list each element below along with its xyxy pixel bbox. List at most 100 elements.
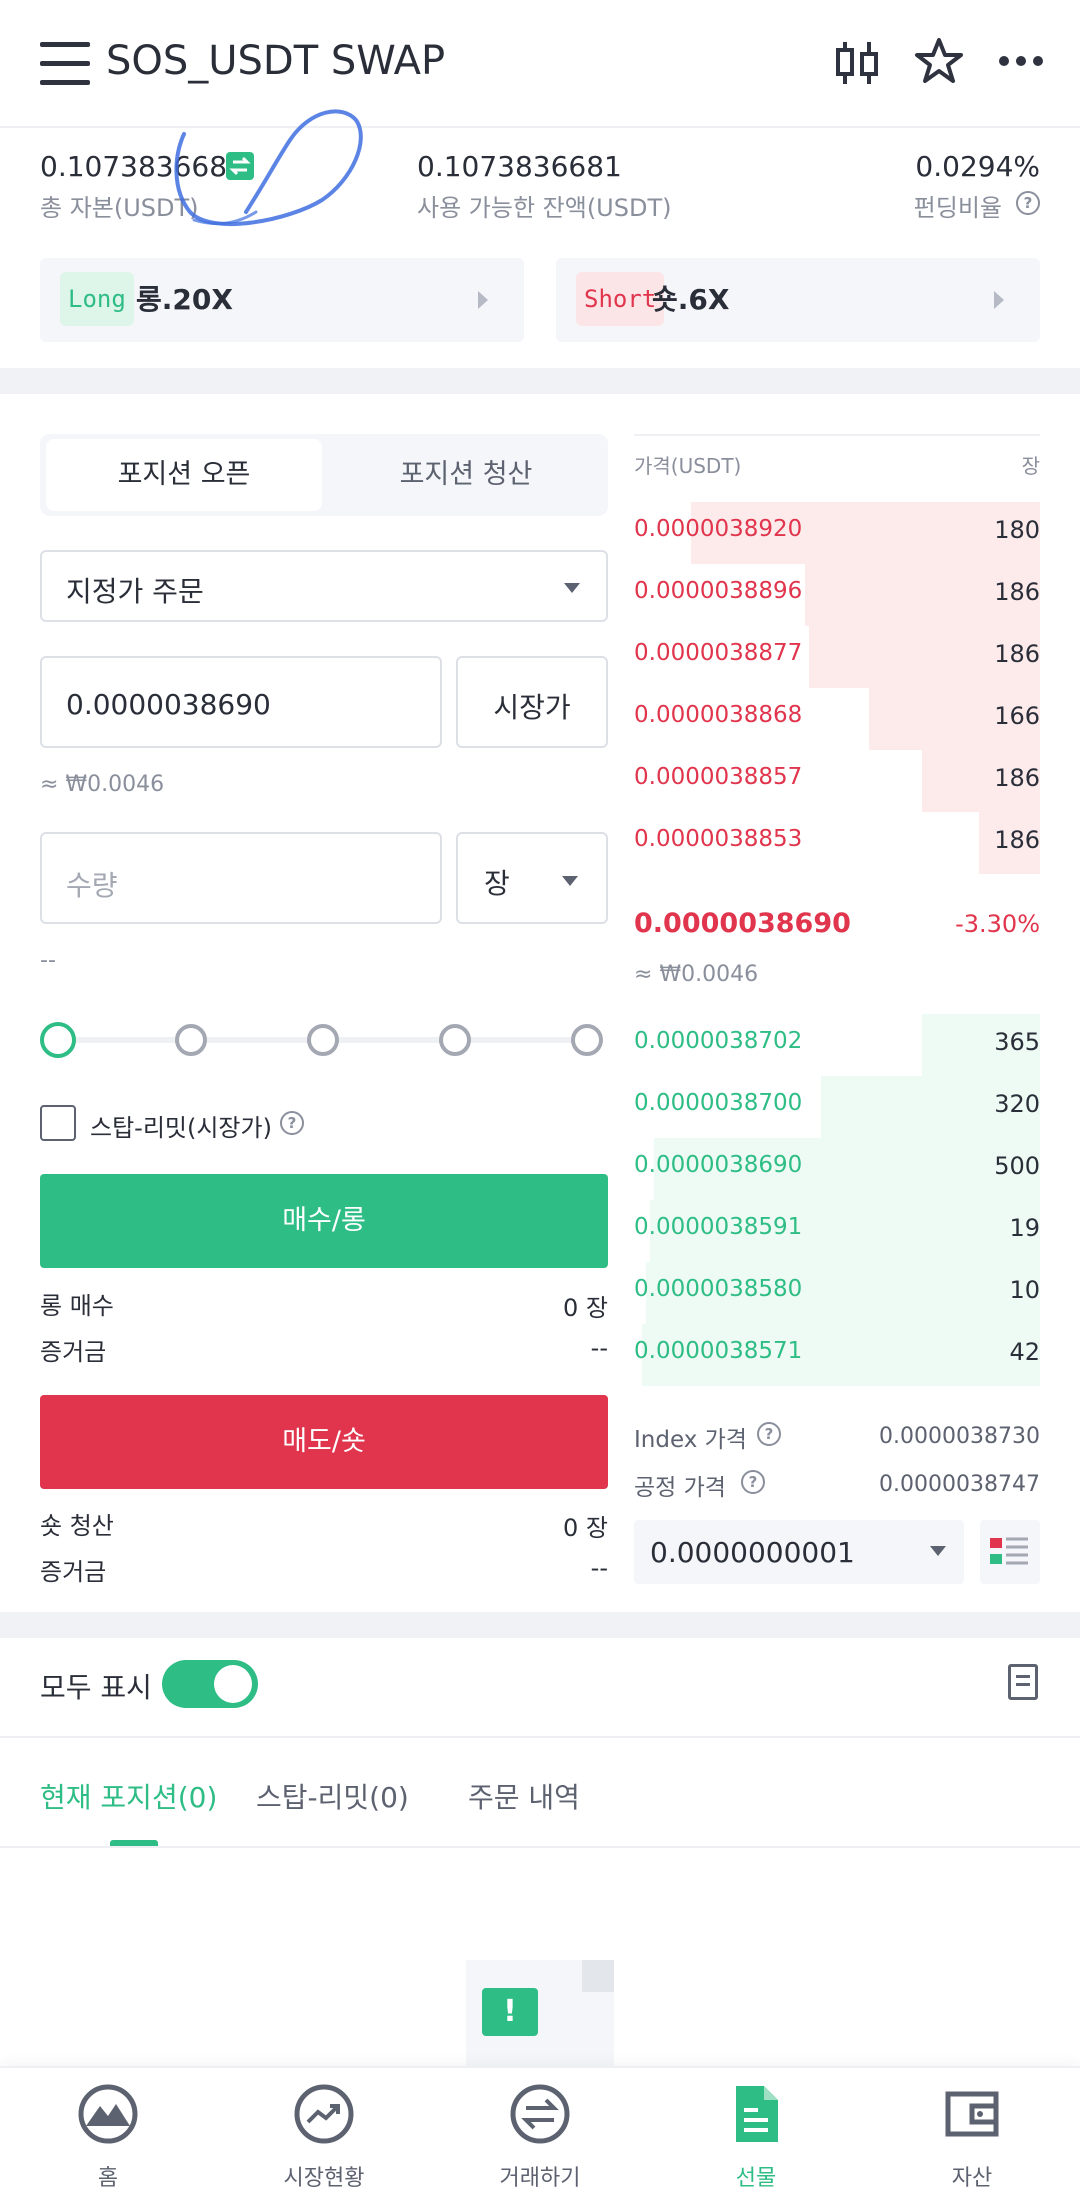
price-krw-estimate: ≈ ₩0.0046 (40, 772, 165, 797)
home-mountain-icon (78, 2084, 138, 2144)
bid-row[interactable]: 0.0000038591 19 (634, 1200, 1040, 1262)
available-balance-label: 사용 가능한 잔액(USDT) (417, 194, 672, 222)
nav-trade-label: 거래하기 (499, 2166, 581, 2191)
slider-stop-25[interactable] (175, 1024, 207, 1056)
short-close-value: 0 장 (563, 1514, 608, 1542)
bid-price: 0.0000038700 (634, 1090, 803, 1116)
ask-price: 0.0000038857 (634, 764, 803, 790)
help-icon[interactable]: ? (1016, 191, 1040, 215)
long-buy-value: 0 장 (563, 1294, 608, 1322)
ask-row[interactable]: 0.0000038857 186 (634, 750, 1040, 812)
quantity-placeholder: 수량 (66, 869, 118, 902)
ask-price: 0.0000038896 (634, 578, 803, 604)
buy-long-button[interactable]: 매수/롱 (40, 1174, 608, 1268)
available-balance-value: 0.1073836681 (417, 150, 622, 183)
price-change-percent: -3.30% (955, 910, 1040, 938)
bid-quantity: 365 (994, 1028, 1040, 1056)
short-leverage-text: 숏.6X (652, 283, 730, 316)
long-buy-label: 롱 매수 (40, 1292, 114, 1320)
order-history-icon[interactable] (1008, 1664, 1038, 1700)
margin-label: 증거금 (40, 1338, 107, 1366)
nav-home[interactable]: 홈 (28, 2080, 188, 2199)
help-icon[interactable]: ? (757, 1422, 781, 1446)
bid-quantity: 10 (1009, 1276, 1040, 1304)
tab-stop-limit[interactable]: 스탑-리밋(0) (256, 1776, 409, 1816)
market-price-button[interactable]: 시장가 (456, 656, 608, 748)
unit-select[interactable]: 장 (456, 832, 608, 924)
ask-quantity: 186 (994, 826, 1040, 854)
order-book-layout-button[interactable] (980, 1520, 1040, 1584)
candlestick-chart-icon[interactable] (832, 38, 882, 88)
book-layout-icon (990, 1537, 1028, 1565)
nav-futures[interactable]: 선물 (676, 2080, 836, 2199)
nav-assets[interactable]: 자산 (892, 2080, 1052, 2199)
nav-trade[interactable]: 거래하기 (460, 2080, 620, 2199)
section-divider (0, 368, 1080, 394)
alert-bubble-icon: ! (482, 1988, 538, 2036)
nav-assets-label: 자산 (951, 2166, 993, 2191)
ask-quantity: 186 (994, 640, 1040, 668)
long-leverage-card[interactable]: Long 롱.20X (40, 258, 524, 342)
hamburger-menu-icon[interactable] (40, 42, 90, 86)
index-price-label: Index 가격 (634, 1427, 747, 1453)
bid-row[interactable]: 0.0000038690 500 (634, 1138, 1040, 1200)
more-options-icon[interactable] (996, 36, 1046, 86)
help-icon[interactable]: ? (280, 1111, 304, 1135)
market-price-label: 시장가 (493, 691, 571, 724)
precision-value: 0.0000000001 (650, 1536, 855, 1569)
index-price-value: 0.0000038730 (879, 1424, 1040, 1449)
last-price: 0.0000038690 (634, 908, 851, 939)
ask-row[interactable]: 0.0000038877 186 (634, 626, 1040, 688)
slider-stop-50[interactable] (307, 1024, 339, 1056)
help-icon[interactable]: ? (741, 1470, 765, 1494)
long-tag: Long (60, 272, 134, 326)
favorite-star-icon[interactable] (914, 36, 964, 86)
sell-short-button[interactable]: 매도/숏 (40, 1395, 608, 1489)
slider-stop-0[interactable] (40, 1022, 76, 1058)
ask-row[interactable]: 0.0000038896 186 (634, 564, 1040, 626)
ask-row[interactable]: 0.0000038920 180 (634, 502, 1040, 564)
order-type-select[interactable]: 지정가 주문 (40, 550, 608, 622)
slider-stop-100[interactable] (571, 1024, 603, 1056)
chevron-right-icon (994, 291, 1004, 309)
bid-row[interactable]: 0.0000038580 10 (634, 1262, 1040, 1324)
margin-value: -- (590, 1554, 608, 1582)
funding-rate-label: 펀딩비율 (913, 194, 1002, 222)
ask-row[interactable]: 0.0000038868 166 (634, 688, 1040, 750)
short-leverage-card[interactable]: Short 숏.6X (556, 258, 1040, 342)
ask-price: 0.0000038877 (634, 640, 803, 666)
show-all-label: 모두 표시 (40, 1671, 152, 1704)
chevron-down-icon (930, 1546, 946, 1556)
empty-state-fold (582, 1960, 614, 1992)
price-input[interactable]: 0.0000038690 (40, 656, 442, 748)
bid-price: 0.0000038591 (634, 1214, 803, 1240)
order-book-price-header: 가격(USDT) (634, 454, 742, 478)
divider (0, 1736, 1080, 1738)
price-precision-select[interactable]: 0.0000000001 (634, 1520, 964, 1584)
bid-row[interactable]: 0.0000038571 42 (634, 1324, 1040, 1386)
quantity-input[interactable]: 수량 (40, 832, 442, 924)
bid-quantity: 19 (1009, 1214, 1040, 1242)
bid-row[interactable]: 0.0000038702 365 (634, 1014, 1040, 1076)
stop-limit-checkbox[interactable] (40, 1105, 76, 1141)
bid-price: 0.0000038571 (634, 1338, 803, 1364)
market-trend-icon (294, 2084, 354, 2144)
margin-label: 증거금 (40, 1558, 107, 1586)
bid-row[interactable]: 0.0000038700 320 (634, 1076, 1040, 1138)
ask-price: 0.0000038853 (634, 826, 803, 852)
tab-current-positions[interactable]: 현재 포지션(0) (40, 1776, 217, 1816)
exchange-icon (510, 2084, 570, 2144)
section-divider (0, 1612, 1080, 1638)
tab-order-history[interactable]: 주문 내역 (468, 1776, 580, 1816)
ask-quantity: 166 (994, 702, 1040, 730)
nav-market-label: 시장현황 (283, 2166, 365, 2191)
nav-market[interactable]: 시장현황 (244, 2080, 404, 2199)
ask-row[interactable]: 0.0000038853 186 (634, 812, 1040, 874)
stop-limit-label: 스탑-리밋(시장가) (90, 1114, 272, 1142)
page-title: SOS_USDT SWAP (106, 38, 446, 84)
ask-price: 0.0000038920 (634, 516, 803, 542)
slider-stop-75[interactable] (439, 1024, 471, 1056)
ask-quantity: 180 (994, 516, 1040, 544)
tab-open-position[interactable]: 포지션 오픈 (46, 439, 322, 511)
tab-close-position[interactable]: 포지션 청산 (328, 439, 604, 511)
